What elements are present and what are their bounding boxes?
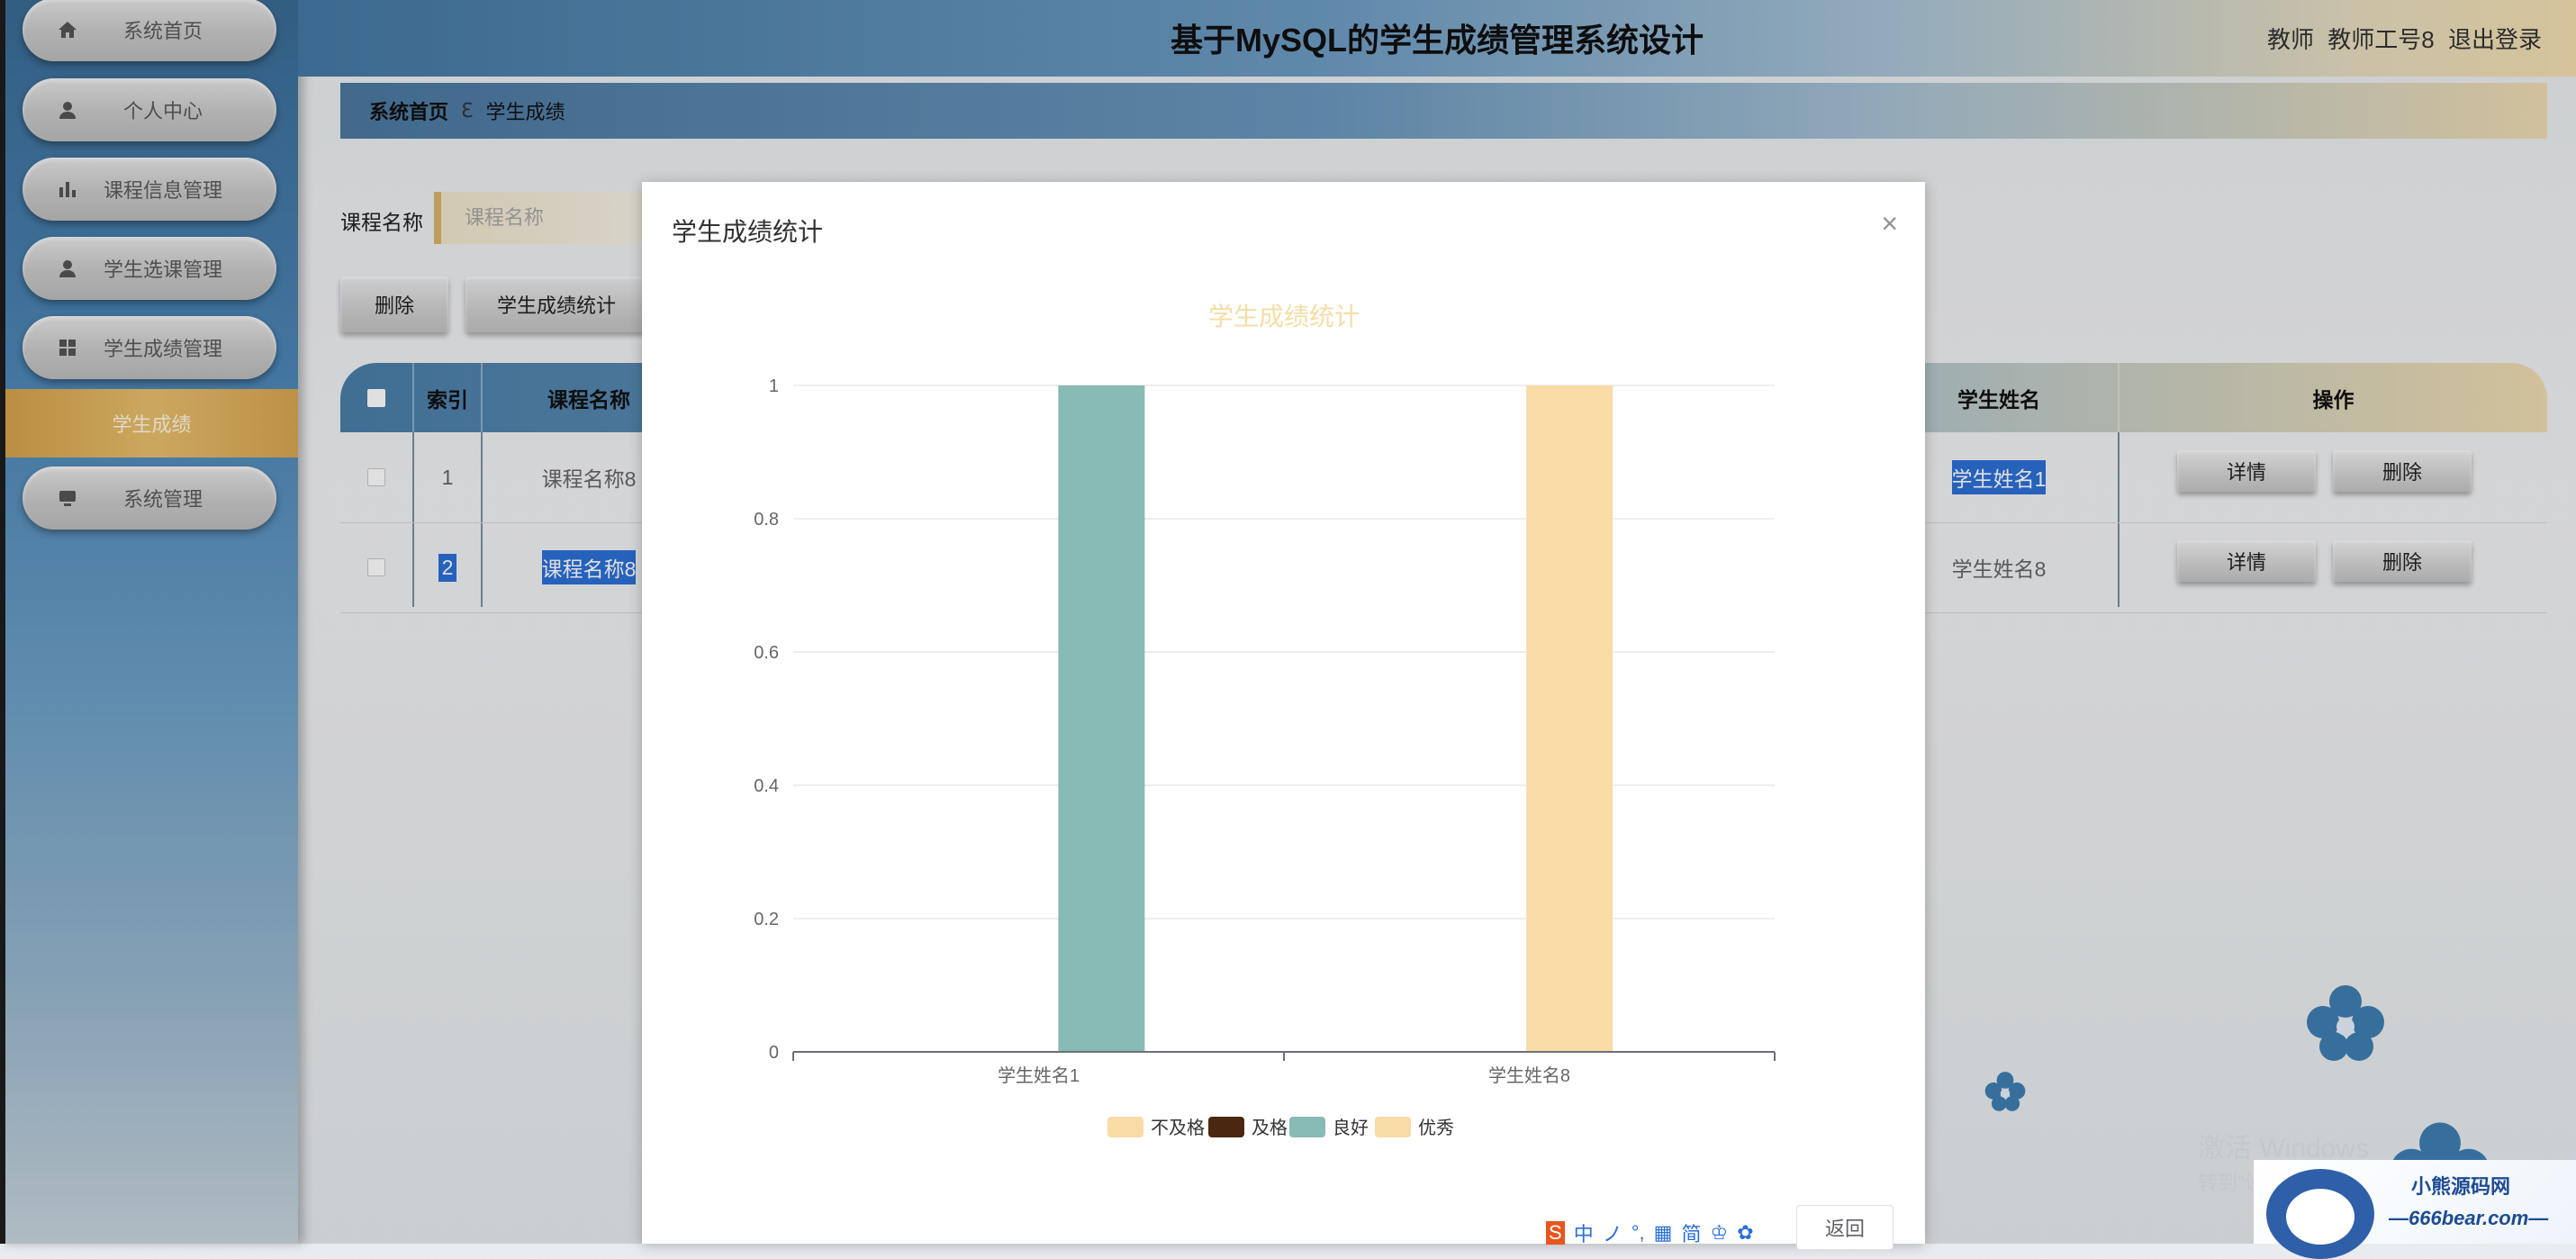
chart-title: 学生成绩统计 xyxy=(1208,303,1360,331)
bar-优秀-学生姓名8 xyxy=(1526,385,1613,1052)
legend-label: 及格 xyxy=(1252,1118,1288,1138)
bar-良好-学生姓名1 xyxy=(1058,385,1145,1052)
ime-item[interactable]: 中 xyxy=(1574,1218,1594,1247)
legend-label: 优秀 xyxy=(1418,1118,1454,1138)
legend-label: 良好 xyxy=(1333,1118,1369,1138)
brand-watermark: 小熊源码网 —666bear.com— xyxy=(2254,1160,2576,1259)
legend-swatch xyxy=(1375,1117,1411,1137)
legend-label: 不及格 xyxy=(1151,1118,1205,1138)
brand-name: 小熊源码网 xyxy=(2411,1175,2511,1198)
x-tick-label: 学生姓名1 xyxy=(998,1065,1080,1086)
y-tick-label: 0 xyxy=(769,1043,779,1063)
ime-item[interactable]: °, xyxy=(1631,1221,1645,1245)
y-tick-label: 0.2 xyxy=(754,910,779,929)
y-tick-label: 0.4 xyxy=(754,776,779,796)
ime-item[interactable]: ▦ xyxy=(1654,1221,1673,1245)
ime-toolbar[interactable]: S 中 ノ °, ▦ 简 ♔ ✿ xyxy=(1541,1218,1759,1247)
ime-item[interactable]: ノ xyxy=(1603,1218,1622,1247)
bear-logo-icon xyxy=(2266,1169,2374,1259)
ime-item[interactable]: ✿ xyxy=(1737,1221,1753,1245)
y-tick-label: 1 xyxy=(769,376,779,396)
grade-stats-chart: 学生成绩统计 0 0.2 0.4 0.6 0.8 1 学生姓名1 学生姓名8 不及格 及格 良好 优… xyxy=(754,303,1776,1138)
legend-swatch xyxy=(1289,1117,1325,1137)
brand-url: —666bear.com— xyxy=(2389,1207,2549,1229)
y-tick-label: 0.8 xyxy=(754,510,779,530)
ime-item[interactable]: 简 xyxy=(1681,1218,1701,1247)
y-tick-label: 0.6 xyxy=(754,643,779,663)
legend-swatch xyxy=(1208,1117,1244,1137)
x-tick-label: 学生姓名8 xyxy=(1488,1065,1570,1086)
ime-item[interactable]: ♔ xyxy=(1710,1221,1728,1245)
ime-logo-icon: S xyxy=(1546,1220,1565,1245)
stats-dialog: 学生成绩统计 × 学生成绩统计 0 0.2 0.4 0.6 0.8 1 学生姓名1 学生姓名8… xyxy=(642,182,1925,1250)
legend-swatch xyxy=(1107,1117,1143,1137)
